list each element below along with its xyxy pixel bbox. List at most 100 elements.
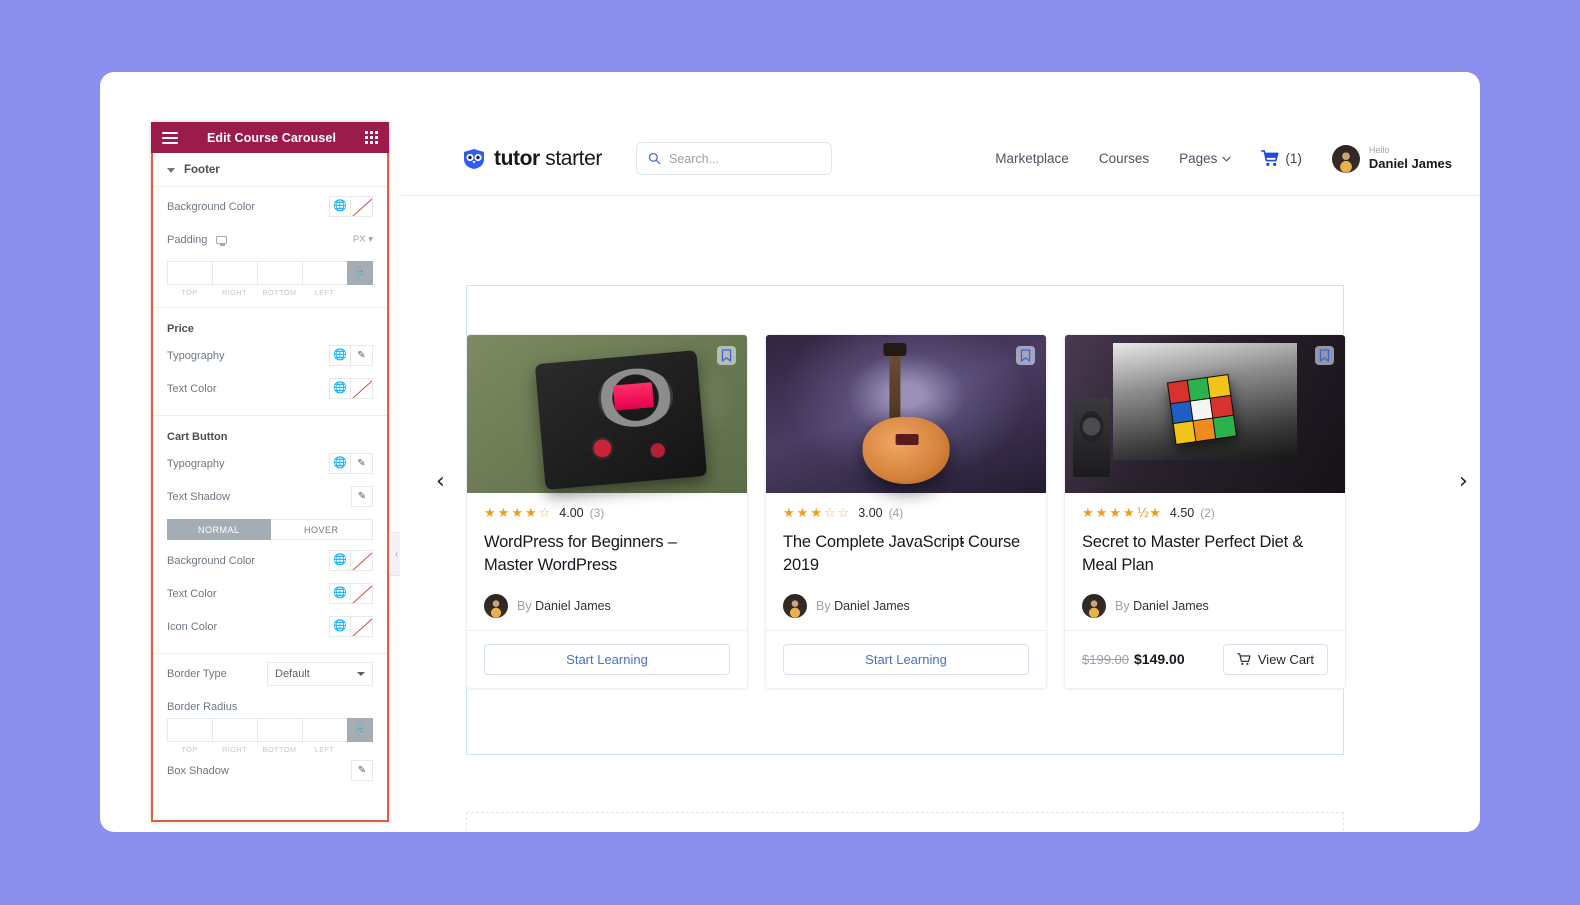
globe-icon[interactable]: 🌐 bbox=[329, 616, 351, 637]
desktop-icon[interactable] bbox=[216, 235, 228, 246]
hamburger-icon[interactable] bbox=[162, 131, 178, 144]
radius-top-input[interactable] bbox=[167, 718, 212, 742]
globe-icon[interactable]: 🌐 bbox=[329, 550, 351, 571]
course-title[interactable]: WordPress for Beginners – Master WordPre… bbox=[484, 531, 730, 578]
carousel-dot[interactable] bbox=[938, 541, 942, 544]
section-header-footer[interactable]: Footer bbox=[153, 153, 387, 187]
tab-normal[interactable]: NORMAL bbox=[167, 519, 271, 540]
globe-icon[interactable]: 🌐 bbox=[329, 583, 351, 604]
border-type-select[interactable]: Default bbox=[267, 661, 373, 686]
tab-hover[interactable]: HOVER bbox=[270, 519, 373, 540]
bookmark-icon[interactable] bbox=[1315, 346, 1334, 365]
carousel-dots bbox=[400, 541, 1480, 544]
course-thumbnail bbox=[766, 335, 1046, 493]
control-label-border-radius: Border Radius bbox=[167, 701, 238, 713]
panel-title: Edit Course Carousel bbox=[206, 130, 337, 145]
globe-icon[interactable]: 🌐 bbox=[329, 196, 351, 217]
color-swatch[interactable] bbox=[351, 583, 373, 604]
grid-icon[interactable] bbox=[365, 131, 378, 144]
course-rating: ★ ★ ★ ☆ ☆ 3.00 (4) bbox=[783, 506, 1029, 520]
chevron-down-icon bbox=[167, 167, 175, 173]
nav-item-pages[interactable]: Pages bbox=[1179, 151, 1232, 166]
control-label: Border Type bbox=[167, 667, 227, 680]
course-author: By Daniel James bbox=[484, 593, 730, 618]
course-card-list: ★ ★ ★ ★ ☆ 4.00 (3) WordPress for Beginners –… bbox=[466, 334, 1346, 689]
course-card[interactable]: ★ ★ ★ ★ ☆ 4.00 (3) WordPress for Beginners –… bbox=[466, 334, 748, 689]
link-icon[interactable]: 🔗 bbox=[347, 718, 373, 742]
site-logo-text: tutor starter bbox=[494, 147, 602, 171]
old-price: $199.00 bbox=[1082, 652, 1129, 668]
start-learning-button[interactable]: Start Learning bbox=[783, 643, 1029, 675]
radius-bottom-input[interactable] bbox=[257, 718, 302, 742]
speaker-shape bbox=[1073, 398, 1110, 478]
panel-body: Footer Background Color 🌐 Padding PX ▾ 🔗… bbox=[151, 153, 389, 822]
author-by-label: By bbox=[1115, 598, 1130, 613]
pencil-icon[interactable]: ✎ bbox=[351, 345, 373, 366]
search-icon bbox=[648, 152, 661, 165]
carousel-dot-active[interactable] bbox=[960, 541, 964, 544]
start-learning-button[interactable]: Start Learning bbox=[484, 643, 730, 675]
bookmark-icon[interactable] bbox=[1016, 346, 1035, 365]
pencil-icon[interactable]: ✎ bbox=[351, 486, 373, 507]
chevron-down-icon bbox=[357, 671, 365, 676]
course-card[interactable]: ★ ★ ★ ☆ ☆ 3.00 (4) The Complete JavaScript C… bbox=[765, 334, 1047, 689]
course-thumbnail bbox=[1065, 335, 1345, 493]
border-type-value: Default bbox=[275, 667, 310, 680]
color-swatch[interactable] bbox=[351, 616, 373, 637]
padding-left-input[interactable] bbox=[302, 261, 347, 285]
padding-top-input[interactable] bbox=[167, 261, 212, 285]
group-title-price: Price bbox=[167, 323, 194, 335]
avatar bbox=[1082, 593, 1106, 618]
link-icon[interactable]: 🔗 bbox=[347, 261, 373, 285]
carousel-dot[interactable] bbox=[894, 541, 898, 544]
control-cart-typography: Typography 🌐 ✎ bbox=[167, 447, 373, 480]
course-card-footer: Start Learning bbox=[766, 629, 1046, 688]
user-name: Daniel James bbox=[1368, 156, 1452, 171]
carousel-dot[interactable] bbox=[982, 541, 986, 544]
control-border-type: Border Type Default bbox=[167, 657, 373, 690]
cart-button[interactable]: (1) bbox=[1261, 150, 1302, 167]
course-title[interactable]: Secret to Master Perfect Diet & Meal Pla… bbox=[1082, 531, 1328, 578]
padding-right-input[interactable] bbox=[212, 261, 257, 285]
padding-top-label: TOP bbox=[181, 288, 198, 297]
camera-photo bbox=[534, 350, 708, 491]
padding-bottom-input[interactable] bbox=[257, 261, 302, 285]
rating-value: 4.00 bbox=[559, 506, 584, 520]
globe-icon[interactable]: 🌐 bbox=[329, 453, 351, 474]
course-card[interactable]: ★ ★ ★ ★ ½★ 4.50 (2) Secret to Master Perfect… bbox=[1064, 334, 1346, 689]
user-menu[interactable]: Hello Daniel James bbox=[1331, 144, 1452, 173]
user-greeting: Hello bbox=[1368, 144, 1390, 155]
rating-value: 4.50 bbox=[1169, 506, 1195, 520]
pencil-icon[interactable]: ✎ bbox=[351, 453, 373, 474]
radius-right-input[interactable] bbox=[212, 718, 257, 742]
radius-left-input[interactable] bbox=[302, 718, 347, 742]
padding-bottom-label: BOTTOM bbox=[262, 288, 297, 297]
bookmark-icon[interactable] bbox=[717, 346, 736, 365]
course-card-footer: Start Learning bbox=[467, 629, 747, 688]
view-cart-label: View Cart bbox=[1257, 651, 1314, 667]
course-author: By Daniel James bbox=[1082, 593, 1328, 618]
nav-item-courses[interactable]: Courses bbox=[1099, 151, 1149, 166]
empty-section-dropzone[interactable] bbox=[466, 812, 1344, 832]
color-swatch[interactable] bbox=[351, 196, 373, 217]
color-swatch[interactable] bbox=[351, 378, 373, 399]
search-input[interactable]: Search... bbox=[635, 142, 832, 175]
globe-icon[interactable]: 🌐 bbox=[329, 345, 351, 366]
carousel-next-arrow[interactable]: › bbox=[1459, 471, 1468, 493]
globe-icon[interactable]: 🌐 bbox=[329, 378, 351, 399]
carousel-dot[interactable] bbox=[916, 541, 920, 544]
control-label: Background Color bbox=[167, 200, 256, 213]
control-box-shadow: Box Shadow ✎ bbox=[167, 754, 373, 787]
nav-item-marketplace[interactable]: Marketplace bbox=[995, 151, 1069, 166]
site-logo[interactable]: tutor starter bbox=[462, 147, 602, 171]
unit-selector[interactable]: PX ▾ bbox=[353, 234, 373, 245]
chevron-down-icon bbox=[1222, 156, 1232, 162]
course-title[interactable]: The Complete JavaScript Course 2019 bbox=[783, 531, 1029, 578]
pencil-icon[interactable]: ✎ bbox=[351, 760, 373, 781]
carousel-prev-arrow[interactable]: ‹ bbox=[436, 471, 445, 493]
radius-left-label: LEFT bbox=[314, 745, 335, 754]
cart-count: (1) bbox=[1285, 151, 1302, 166]
view-cart-button[interactable]: View Cart bbox=[1222, 643, 1328, 675]
control-label: Text Shadow bbox=[167, 490, 230, 503]
color-swatch[interactable] bbox=[351, 550, 373, 571]
